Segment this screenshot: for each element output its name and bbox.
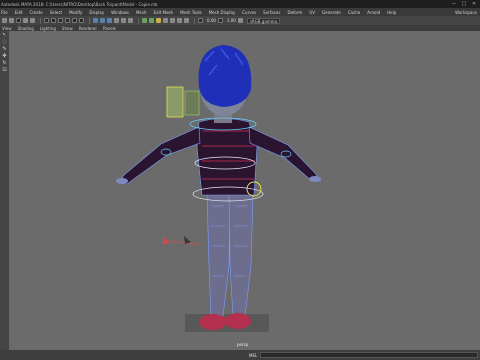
maximize-button[interactable]: □: [461, 1, 467, 7]
menu-modify[interactable]: Modify: [69, 10, 82, 15]
viewport-scene: [116, 45, 321, 332]
rotate-tool-icon[interactable]: ↻: [1, 60, 8, 66]
menu-surfaces[interactable]: Surfaces: [263, 10, 280, 15]
mel-label[interactable]: MEL: [249, 353, 257, 358]
wireframe-on-shaded-icon[interactable]: [107, 18, 112, 23]
panel-menu-view[interactable]: View: [2, 26, 12, 31]
anti-aliasing-icon[interactable]: [156, 18, 161, 23]
window-controls: − □ ✕: [451, 1, 480, 7]
isolate-select-icon[interactable]: [170, 18, 175, 23]
menu-curves[interactable]: Curves: [242, 10, 256, 15]
exposure-icon[interactable]: [198, 18, 203, 23]
panel-menu-renderer[interactable]: Renderer: [79, 26, 97, 31]
menu-file[interactable]: File: [1, 10, 8, 15]
grease-pencil-icon[interactable]: [30, 18, 35, 23]
camera-attributes-icon[interactable]: [2, 18, 7, 23]
menu-generate[interactable]: Generate: [322, 10, 341, 15]
perspective-viewport[interactable]: persp: [9, 31, 480, 350]
title-bar: Autodesk MAYA 2018: C:\Users\NITRO\Deskt…: [0, 0, 480, 8]
camera-name-label: persp: [237, 342, 249, 347]
gamma-value[interactable]: 1.00: [227, 18, 236, 23]
main-menubar: File Edit Create Select Modify Display W…: [0, 8, 480, 16]
close-button[interactable]: ✕: [471, 1, 477, 7]
command-input[interactable]: [260, 352, 479, 358]
menu-edit-mesh[interactable]: Edit Mesh: [154, 10, 174, 15]
screen-space-ao-icon[interactable]: [142, 18, 147, 23]
panel-menu-shading[interactable]: Shading: [18, 26, 34, 31]
film-gate-icon[interactable]: [51, 18, 56, 23]
command-line: MEL: [0, 350, 480, 360]
character-legs: [206, 192, 254, 317]
xray-icon[interactable]: [177, 18, 182, 23]
smooth-shading-icon[interactable]: [100, 18, 105, 23]
color-management-icon[interactable]: [237, 18, 243, 23]
xray-joints-icon[interactable]: [184, 18, 189, 23]
menu-display[interactable]: Display: [89, 10, 104, 15]
right-arm: [248, 126, 321, 182]
menu-uv[interactable]: UV: [309, 10, 315, 15]
grid-toggle-icon[interactable]: [44, 18, 49, 23]
right-shoe: [225, 313, 251, 329]
resolution-gate-icon[interactable]: [58, 18, 63, 23]
menu-mesh-tools[interactable]: Mesh Tools: [180, 10, 202, 15]
menu-edit[interactable]: Edit: [15, 10, 23, 15]
menu-mesh-display[interactable]: Mesh Display: [209, 10, 236, 15]
depth-of-field-icon[interactable]: [163, 18, 168, 23]
paint-tool-icon[interactable]: ✎: [1, 46, 8, 52]
left-hand: [116, 178, 128, 184]
menu-deform[interactable]: Deform: [287, 10, 302, 15]
move-tool-icon[interactable]: ✥: [1, 53, 8, 59]
panel-toolbar: 0.00 1.00 sRGB gamma: [0, 16, 480, 25]
wireframe-shading-icon[interactable]: [93, 18, 98, 23]
left-shoe: [199, 314, 227, 330]
exposure-value[interactable]: 0.00: [207, 18, 216, 23]
face-control-panel[interactable]: [166, 86, 184, 118]
menu-help[interactable]: Help: [387, 10, 396, 15]
scale-tool-icon[interactable]: ⊡: [1, 67, 8, 73]
image-plane-icon[interactable]: [16, 18, 21, 23]
toolbar-divider: [138, 17, 139, 24]
field-chart-icon[interactable]: [72, 18, 77, 23]
gate-mask-icon[interactable]: [65, 18, 70, 23]
view-transform-field[interactable]: sRGB gamma: [246, 17, 281, 24]
lasso-tool-icon[interactable]: ◌: [1, 39, 8, 45]
shadows-icon[interactable]: [128, 18, 133, 23]
select-tool-icon[interactable]: ↖: [1, 32, 8, 38]
use-all-lights-icon[interactable]: [121, 18, 126, 23]
textured-icon[interactable]: [114, 18, 119, 23]
two-d-pan-icon[interactable]: [23, 18, 28, 23]
menu-create[interactable]: Create: [29, 10, 42, 15]
gamma-icon[interactable]: [217, 18, 223, 23]
panel-menu-show[interactable]: Show: [62, 26, 73, 31]
motion-blur-icon[interactable]: [149, 18, 154, 23]
toolbar-divider: [89, 17, 90, 24]
right-hand: [309, 176, 321, 182]
toolbar-divider: [194, 17, 195, 24]
menu-arnold[interactable]: Arnold: [367, 10, 380, 15]
menu-select[interactable]: Select: [50, 10, 62, 15]
panel-menu-panels[interactable]: Panels: [103, 26, 116, 31]
menu-cache[interactable]: Cache: [348, 10, 360, 15]
panel-menu-lighting[interactable]: Lighting: [40, 26, 56, 31]
minimize-button[interactable]: −: [451, 1, 457, 7]
face-control-panel-secondary[interactable]: [184, 90, 200, 116]
workspace-selector[interactable]: Workspace: [455, 10, 480, 15]
left-arm: [118, 126, 201, 185]
window-title: Autodesk MAYA 2018: C:\Users\NITRO\Deskt…: [1, 1, 158, 7]
tool-box: ↖ ◌ ✎ ✥ ↻ ⊡: [0, 31, 9, 350]
safe-action-icon[interactable]: [79, 18, 84, 23]
menu-mesh[interactable]: Mesh: [136, 10, 147, 15]
bookmark-icon[interactable]: [9, 18, 14, 23]
toolbar-divider: [40, 17, 41, 24]
menu-windows[interactable]: Windows: [111, 10, 129, 15]
pole-vector-line: [164, 240, 200, 245]
